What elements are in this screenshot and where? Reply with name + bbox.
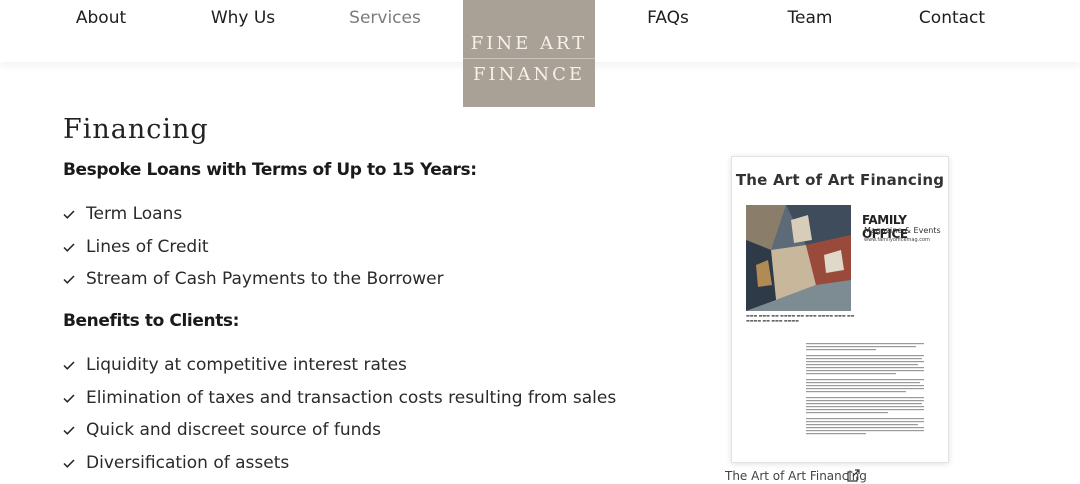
check-icon (63, 458, 75, 468)
list-item-label: Elimination of taxes and transaction cos… (86, 387, 617, 408)
nav-faqs-link[interactable]: FAQs (647, 8, 689, 28)
list-item-label: Lines of Credit (86, 236, 209, 257)
article-title: The Art of Art Financing (735, 171, 945, 189)
article-thumbnail[interactable]: The Art of Art Financing ▬▬▬ ▬▬▬ ▬▬ ▬▬▬▬… (731, 156, 949, 463)
list-item-label: Term Loans (86, 204, 183, 224)
nav-services-link[interactable]: Services (349, 8, 421, 28)
cubist-painting-image (746, 205, 851, 311)
list-item-label: Diversification of assets (86, 452, 290, 473)
magazine-url: www.familyofficemag.com (864, 237, 930, 243)
list-item-label: Liquidity at competitive interest rates (86, 355, 407, 375)
page-title: Financing (63, 114, 209, 145)
nav-why-us-link[interactable]: Why Us (211, 8, 275, 28)
benefits-section-title: Benefits to Clients: (63, 311, 240, 331)
list-item-label: Quick and discreet source of funds (86, 420, 382, 440)
check-icon (63, 210, 75, 219)
nav-contact-link[interactable]: Contact (919, 8, 985, 28)
check-icon (63, 426, 75, 435)
list-item-label: Stream of Cash Payments to the Borrower (86, 269, 444, 289)
nav-about-link[interactable]: About (76, 8, 126, 28)
loans-section-title: Bespoke Loans with Terms of Up to 15 Yea… (63, 160, 477, 180)
painting-caption: ▬▬▬ ▬▬▬ ▬▬ ▬▬▬▬ ▬▬ ▬▬▬ ▬▬▬▬ ▬▬▬ ▬▬ ▬▬▬▬ … (746, 313, 855, 323)
check-icon (63, 275, 75, 284)
logo-top-decoration: ─── ─── ─── (463, 0, 595, 5)
magazine-subtitle: Magazine & Events (864, 226, 941, 235)
site-logo[interactable]: ─── ─── ─── FINE ART FINANCE (463, 0, 595, 107)
nav-team-link[interactable]: Team (788, 8, 833, 28)
article-body-text-lines (806, 343, 924, 435)
logo-line-2: FINANCE (472, 64, 585, 85)
logo-divider (463, 58, 595, 59)
check-icon (63, 361, 75, 370)
logo-line-1: FINE ART (470, 33, 588, 54)
external-link-icon[interactable] (846, 468, 861, 483)
check-icon (63, 242, 75, 252)
check-icon (63, 393, 75, 403)
